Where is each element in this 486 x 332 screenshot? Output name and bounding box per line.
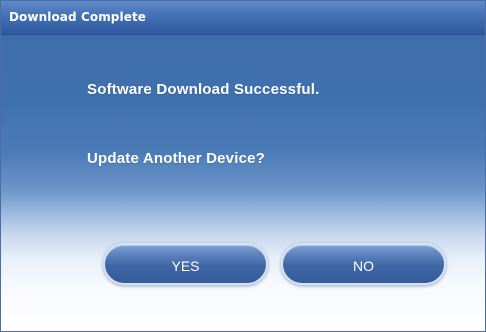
download-complete-dialog: Download Complete Software Download Succ… bbox=[0, 0, 486, 332]
dialog-content: Software Download Successful. Update Ano… bbox=[1, 35, 485, 331]
yes-button[interactable]: YES bbox=[103, 243, 268, 285]
title-bar[interactable]: Download Complete bbox=[1, 1, 485, 35]
success-message: Software Download Successful. bbox=[87, 81, 320, 98]
no-button[interactable]: NO bbox=[281, 243, 446, 285]
update-another-prompt: Update Another Device? bbox=[87, 150, 266, 167]
window-title: Download Complete bbox=[9, 10, 147, 24]
